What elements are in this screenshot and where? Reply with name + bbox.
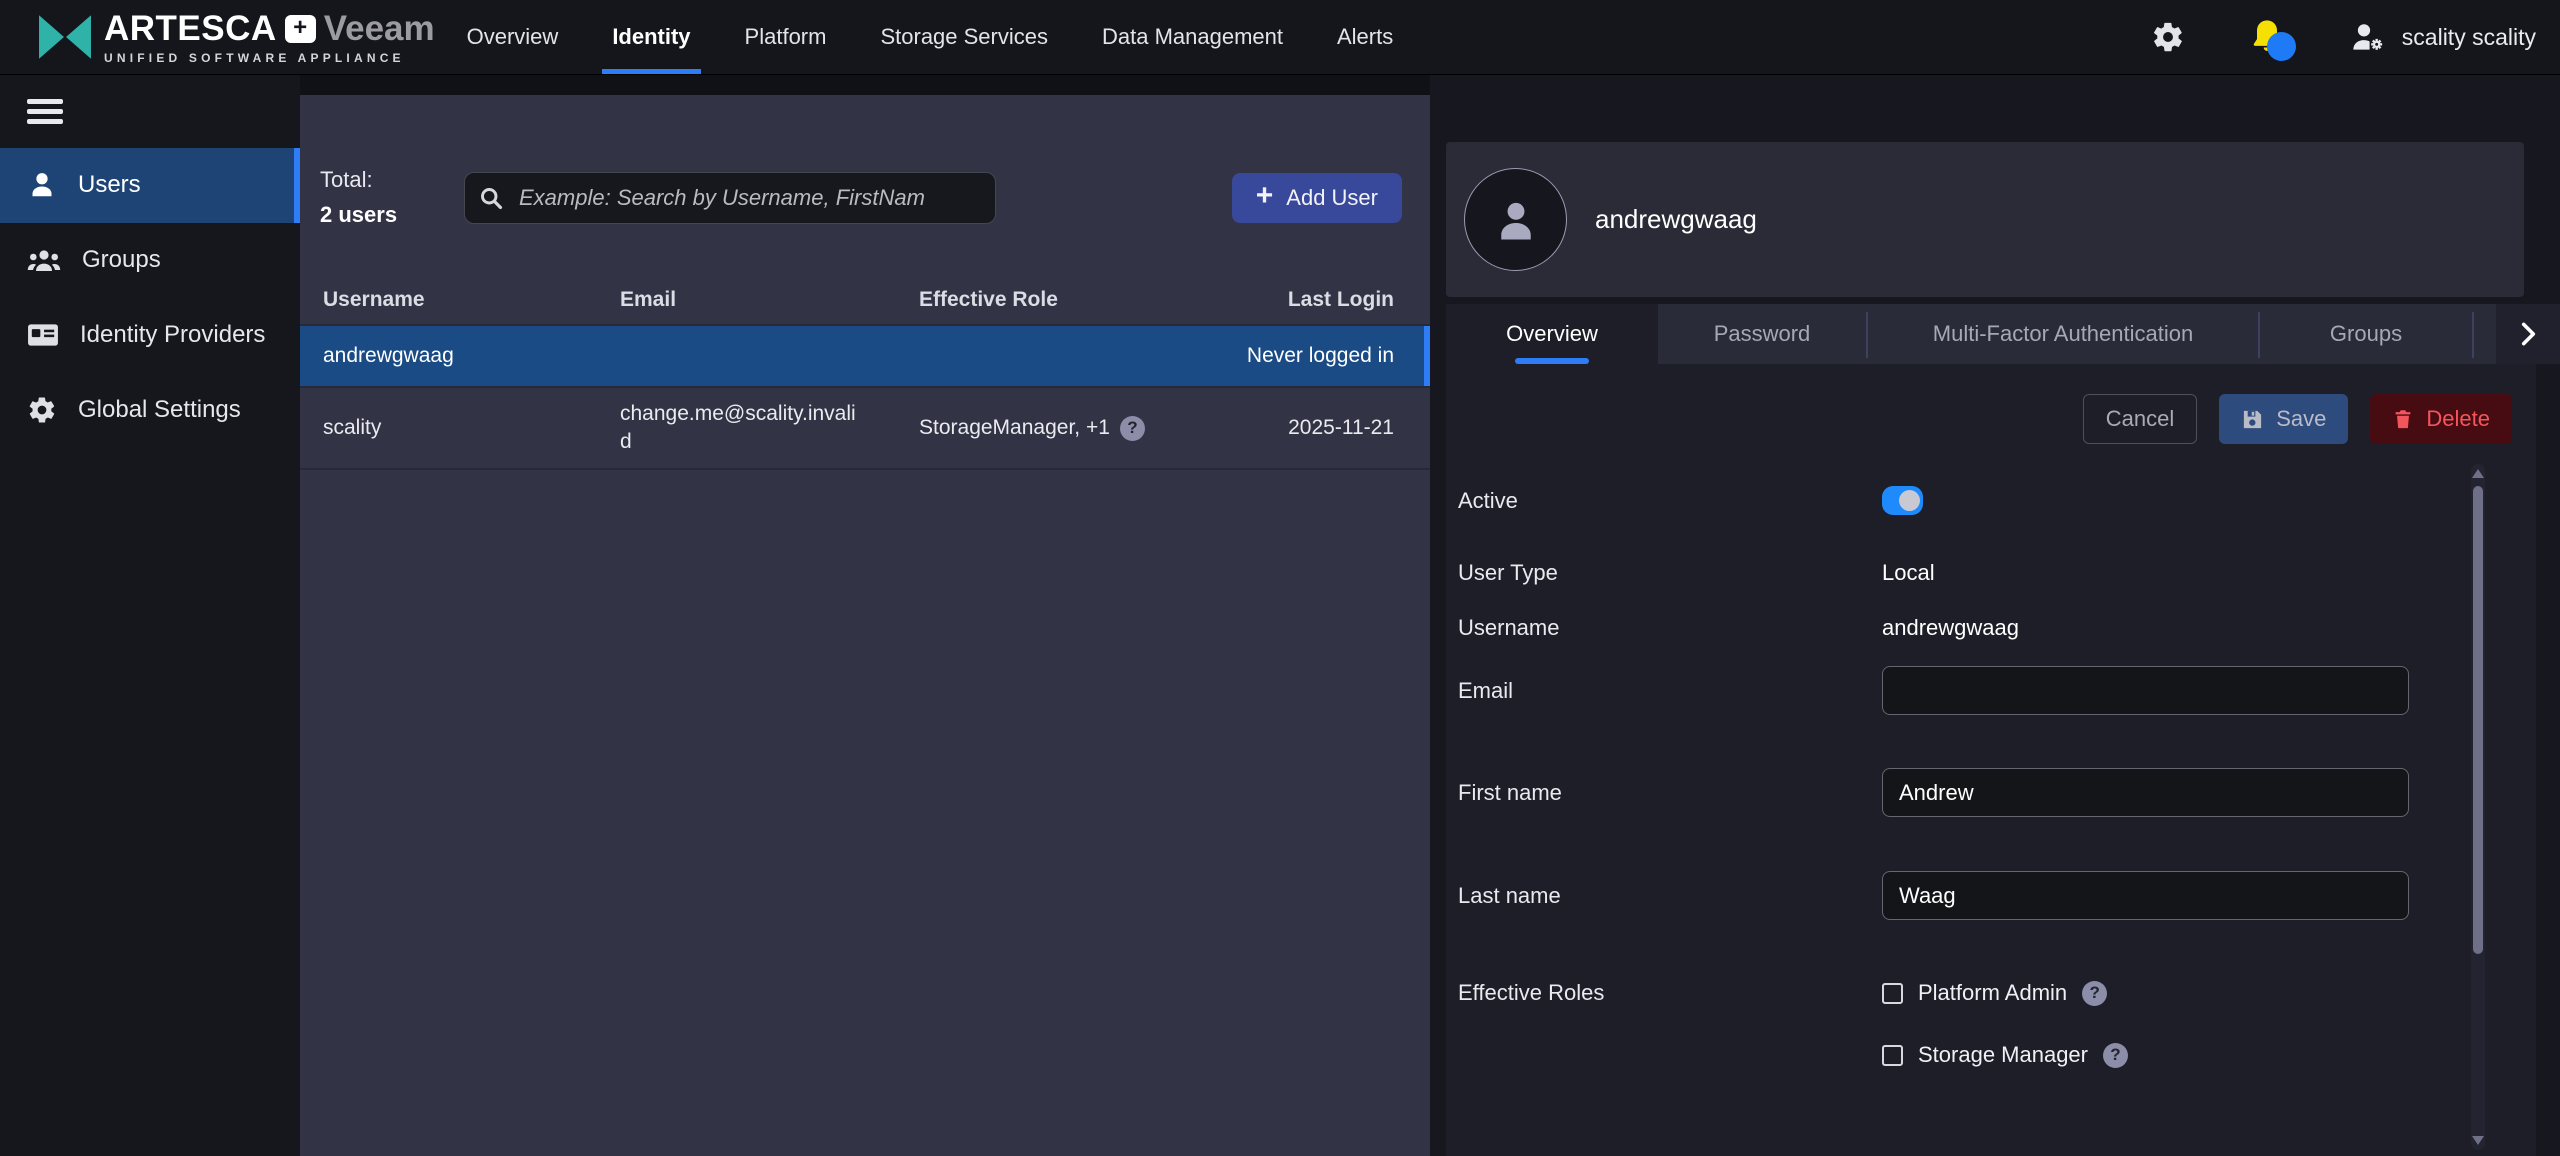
notifications-bell-icon[interactable]: [2247, 17, 2287, 57]
tabs-scroll-right-button[interactable]: [2496, 304, 2560, 364]
account-icon: [2349, 21, 2387, 53]
tab-groups[interactable]: Groups: [2260, 304, 2472, 364]
users-list-panel: Total: 2 users + Add User Username Email…: [300, 95, 1430, 1156]
settings-gear-icon[interactable]: [2151, 20, 2185, 54]
cell-username: scality: [323, 416, 620, 440]
email-field[interactable]: [1882, 666, 2409, 715]
id-card-icon: [27, 322, 59, 348]
chevron-right-icon: [2521, 322, 2536, 346]
platform-admin-label: Platform Admin: [1918, 980, 2067, 1006]
cell-username: andrewgwaag: [323, 344, 620, 368]
trash-icon: [2392, 407, 2414, 431]
last-name-label: Last name: [1458, 883, 1882, 909]
platform-admin-help-icon[interactable]: [2082, 981, 2107, 1006]
storage-manager-help-icon[interactable]: [2103, 1043, 2128, 1068]
last-name-field[interactable]: [1882, 871, 2409, 920]
sidebar-item-users[interactable]: Users: [0, 148, 300, 223]
search-input[interactable]: [464, 172, 996, 224]
gear-icon: [27, 395, 57, 425]
person-icon: [1490, 194, 1542, 246]
logo-tagline: UNIFIED SOFTWARE APPLIANCE: [104, 51, 435, 65]
sidebar-item-global-settings[interactable]: Global Settings: [0, 373, 300, 448]
storage-manager-label: Storage Manager: [1918, 1042, 2088, 1068]
user-type-label: User Type: [1458, 560, 1882, 586]
toggle-knob: [1899, 490, 1920, 511]
cancel-button[interactable]: Cancel: [2083, 394, 2197, 444]
role-help-icon[interactable]: [1120, 416, 1145, 441]
notification-badge: [2267, 32, 2296, 61]
cell-last-login: 2025-11-21: [1154, 416, 1394, 440]
nav-overview[interactable]: Overview: [465, 0, 561, 74]
column-header-email: Email: [620, 288, 919, 312]
logo-artesca-text: ARTESCA: [104, 9, 277, 49]
active-label: Active: [1458, 488, 1882, 514]
scrollbar-down-arrow-icon[interactable]: [2472, 1136, 2484, 1145]
total-label: Total:: [320, 167, 464, 193]
sidebar-item-label: Users: [78, 171, 141, 199]
logo-veeam-text: Veeam: [324, 9, 435, 49]
sidebar-item-identity-providers[interactable]: Identity Providers: [0, 298, 300, 373]
save-icon: [2241, 408, 2264, 431]
artesca-logo-icon: [38, 14, 92, 60]
detail-title: andrewgwaag: [1595, 204, 1757, 235]
sidebar-item-groups[interactable]: Groups: [0, 223, 300, 298]
sidebar: Users Groups Identity Providers: [0, 75, 300, 1156]
sidebar-item-label: Groups: [82, 246, 161, 274]
effective-roles-label: Effective Roles: [1458, 980, 1882, 1006]
scrollbar-thumb[interactable]: [2473, 486, 2483, 954]
email-label: Email: [1458, 678, 1882, 704]
app-logo: ARTESCA + Veeam UNIFIED SOFTWARE APPLIAN…: [38, 9, 435, 65]
hamburger-menu-icon[interactable]: [27, 99, 63, 124]
cell-last-login: Never logged in: [1154, 344, 1394, 368]
sidebar-item-label: Global Settings: [78, 396, 241, 424]
column-header-last-login: Last Login: [1154, 288, 1394, 312]
scrollbar-up-arrow-icon[interactable]: [2472, 469, 2484, 478]
username-label: Username: [1458, 615, 1882, 641]
nav-identity[interactable]: Identity: [610, 0, 692, 74]
nav-data-management[interactable]: Data Management: [1100, 0, 1285, 74]
nav-storage-services[interactable]: Storage Services: [878, 0, 1050, 74]
tab-overview[interactable]: Overview: [1446, 304, 1658, 364]
table-row-scality[interactable]: scality change.me@scality.invalid Storag…: [300, 388, 1430, 470]
vertical-scrollbar[interactable]: [2470, 464, 2486, 1150]
storage-manager-checkbox[interactable]: [1882, 1045, 1903, 1066]
column-header-username: Username: [323, 288, 620, 312]
tab-password[interactable]: Password: [1658, 304, 1866, 364]
first-name-field[interactable]: [1882, 768, 2409, 817]
users-table: Username Email Effective Role Last Login…: [300, 276, 1430, 470]
save-button[interactable]: Save: [2219, 394, 2348, 444]
table-header: Username Email Effective Role Last Login: [300, 276, 1430, 326]
platform-admin-checkbox[interactable]: [1882, 983, 1903, 1004]
detail-tabs: Overview Password Multi-Factor Authentic…: [1446, 304, 2560, 364]
top-bar: ARTESCA + Veeam UNIFIED SOFTWARE APPLIAN…: [0, 0, 2560, 75]
cell-email: change.me@scality.invalid: [620, 400, 865, 457]
user-detail-panel: andrewgwaag Overview Password Multi-Fact…: [1430, 75, 2560, 1156]
cell-role: StorageManager, +1: [919, 416, 1110, 440]
sidebar-item-label: Identity Providers: [80, 321, 265, 349]
user-detail-header: andrewgwaag: [1446, 142, 2524, 297]
user-icon: [27, 170, 57, 200]
plus-badge-icon: +: [285, 15, 316, 43]
column-header-role: Effective Role: [919, 288, 1154, 312]
user-menu[interactable]: scality scality: [2349, 21, 2536, 53]
plus-icon: +: [1256, 181, 1274, 211]
tab-multi-factor-authentication[interactable]: Multi-Factor Authentication: [1868, 304, 2258, 364]
user-name: scality scality: [2402, 24, 2536, 51]
top-navigation: Overview Identity Platform Storage Servi…: [465, 0, 1396, 74]
nav-platform[interactable]: Platform: [743, 0, 829, 74]
groups-icon: [27, 246, 61, 274]
overview-tab-content: Cancel Save Delete: [1446, 364, 2536, 1156]
table-row-andrewgwaag[interactable]: andrewgwaag Never logged in: [300, 326, 1430, 388]
add-user-button[interactable]: + Add User: [1232, 173, 1402, 223]
user-form: Active User Type Local Username andrewgw…: [1446, 486, 2536, 1068]
user-type-value: Local: [1882, 560, 1935, 586]
nav-alerts[interactable]: Alerts: [1335, 0, 1395, 74]
avatar: [1464, 168, 1567, 271]
delete-button[interactable]: Delete: [2370, 394, 2512, 444]
active-toggle[interactable]: [1882, 486, 1923, 515]
first-name-label: First name: [1458, 780, 1882, 806]
total-count: 2 users: [320, 202, 464, 228]
username-value: andrewgwaag: [1882, 615, 2019, 641]
search-icon: [478, 185, 505, 217]
